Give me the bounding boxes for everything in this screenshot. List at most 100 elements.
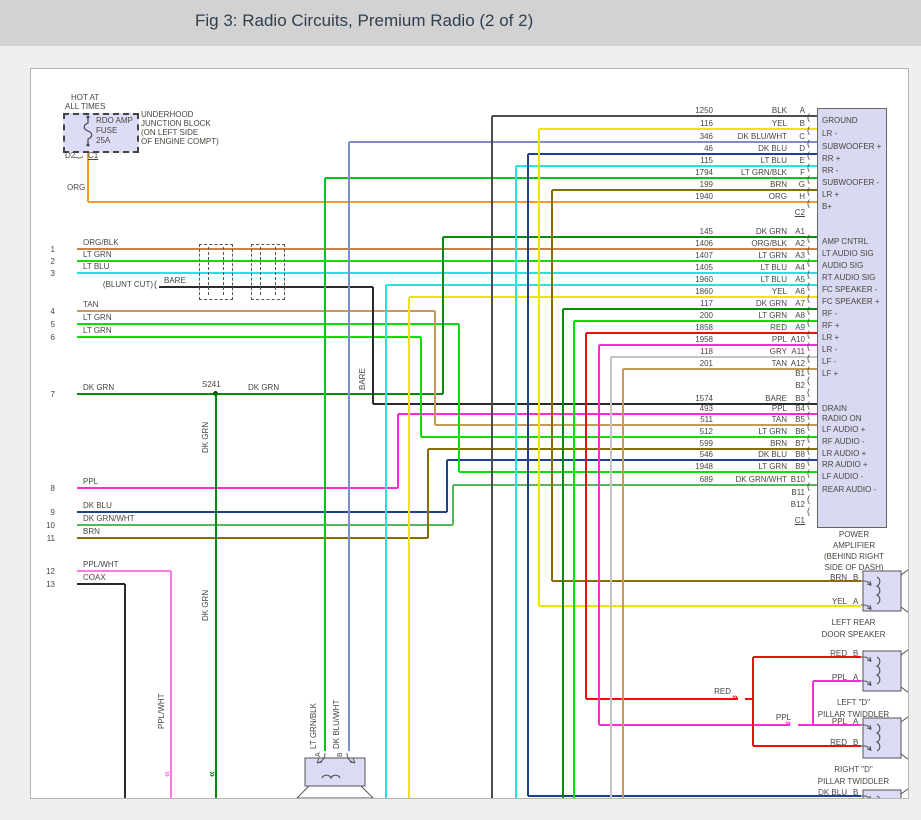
v-s241-down	[215, 394, 217, 798]
vertical-wire-color-label: LT GRN/BLK	[309, 703, 318, 749]
wire-color-label: DK GRN	[248, 383, 280, 392]
pin-letter: B2	[795, 381, 805, 390]
pin-function-label: RF -	[822, 309, 838, 318]
wire-200	[574, 320, 817, 322]
wire-145-left	[77, 393, 216, 395]
pin-function-label: LR -	[822, 345, 838, 354]
pin-function-label: RF AUDIO -	[822, 437, 865, 446]
left-wire-color-label: DK GRN	[83, 383, 115, 392]
fuse-location: OF ENGINE COMPT)	[141, 137, 219, 146]
v-116	[538, 129, 540, 606]
wire-512-right	[421, 436, 817, 438]
left-wire-color-label: DK BLU	[83, 501, 112, 510]
pin-letter: G	[798, 180, 805, 189]
left-wire-number: 13	[46, 580, 55, 589]
power-amplifier-caption: (BEHIND RIGHT	[824, 552, 884, 561]
v-1958	[598, 345, 600, 725]
pin-letter: A2	[795, 239, 805, 248]
left-wire-number: 6	[50, 333, 55, 342]
pin-bracket-icon: (	[807, 375, 810, 385]
fuse-element-icon	[83, 115, 93, 147]
wire-1940-org	[88, 201, 817, 203]
speaker-pin-letter: A	[853, 717, 859, 726]
pin-function-label: LF AUDIO +	[822, 425, 866, 434]
v-599	[427, 449, 429, 538]
left-wire-color-label: BRN	[83, 527, 100, 536]
connector-id-c1: C1	[794, 516, 805, 525]
pin-letter: A3	[795, 251, 805, 260]
wire-1948-left	[77, 323, 459, 325]
wire-ppl-wht	[77, 570, 171, 572]
power-amplifier-caption: AMPLIFIER	[832, 541, 876, 550]
pin-letter: A8	[795, 311, 805, 320]
pin-function-label: SUBWOOFER -	[822, 178, 880, 187]
pin-letter: A1	[795, 227, 805, 236]
wire-512-left	[77, 336, 421, 338]
pin-bracket-icon: (	[807, 317, 810, 327]
pin-letter: E	[799, 156, 805, 165]
speaker-icon	[860, 569, 908, 613]
v-512	[420, 337, 422, 437]
pin-bracket-icon: (	[807, 138, 810, 148]
v-117	[562, 309, 564, 798]
speaker-pin-letter: B	[853, 738, 859, 747]
fuse-name: RDO AMP	[96, 116, 133, 125]
pin-bracket-icon: (	[73, 156, 83, 159]
left-wire-number: 4	[50, 307, 55, 316]
pin-letter: B10	[790, 475, 805, 484]
vertical-wire-color-label: BARE	[358, 368, 367, 390]
wire-689-left	[77, 524, 453, 526]
wire-coax	[77, 583, 125, 585]
pin-function-label: LR +	[822, 190, 840, 199]
vertical-wire-color-label: DK BLU/WHT	[332, 699, 341, 749]
vertical-wire-color-label: PPL/WHT	[157, 693, 166, 729]
wire-1794	[325, 177, 817, 179]
v-346	[348, 142, 350, 751]
fuse-rating: 25A	[96, 136, 111, 145]
pin-bracket-icon: (	[807, 445, 810, 455]
pin-function-label: RT AUDIO SIG	[822, 273, 876, 282]
inline-connector-label: RED	[714, 687, 731, 696]
v-199	[551, 190, 553, 581]
pin-letter: B6	[795, 427, 805, 436]
splice-s241-dot	[213, 391, 218, 396]
pin-bracket-icon: (	[807, 456, 810, 466]
page-canvas: Fig 3: Radio Circuits, Premium Radio (2 …	[0, 0, 921, 820]
pin-function-label: FC SPEAKER -	[822, 285, 878, 294]
blunt-cut-label: (BLUNT CUT)	[102, 280, 153, 289]
pin-bracket-icon: (	[807, 468, 810, 478]
vertical-wire-color-label: DK GRN	[201, 421, 210, 453]
v-1960	[385, 285, 387, 798]
left-wire-number: 2	[50, 257, 55, 266]
speaker-caption: LEFT REAR	[831, 618, 876, 627]
v-1858	[585, 333, 587, 699]
pin-bracket-icon: (	[807, 506, 810, 516]
left-wire-number: 7	[50, 390, 55, 399]
hot-at-label: ALL TIMES	[65, 102, 106, 111]
speaker-caption: DOOR SPEAKER	[821, 630, 886, 639]
wire-1858	[586, 332, 817, 334]
speaker-caption: LEFT "D"	[836, 698, 871, 707]
left-wire-color-label: LT GRN	[83, 313, 112, 322]
inline-connector-pin	[208, 247, 209, 295]
pin-letter: A7	[795, 299, 805, 308]
v-46	[527, 154, 529, 796]
left-wire-color-label: PPL	[83, 477, 99, 486]
wire-145-right	[443, 236, 817, 238]
speaker-icon	[860, 649, 908, 693]
pin-function-label: LR AUDIO +	[822, 449, 867, 458]
pin-function-label: DRAIN	[822, 404, 847, 413]
inline-connector-icon: »	[161, 770, 174, 778]
pin-function-label: RR +	[822, 154, 841, 163]
inline-connector-box	[199, 244, 233, 300]
left-wire-color-label: COAX	[83, 573, 106, 582]
pin-letter: F	[800, 168, 805, 177]
fuse-name: FUSE	[96, 126, 118, 135]
inline-connector-box	[251, 244, 285, 300]
left-wire-color-label: ORG/BLK	[83, 238, 119, 247]
left-wire-number: 9	[50, 508, 55, 517]
pin-function-label: LR -	[822, 129, 838, 138]
v-1860	[408, 297, 410, 798]
pin-letter: A4	[795, 263, 805, 272]
left-wire-color-label: PPL/WHT	[83, 560, 119, 569]
